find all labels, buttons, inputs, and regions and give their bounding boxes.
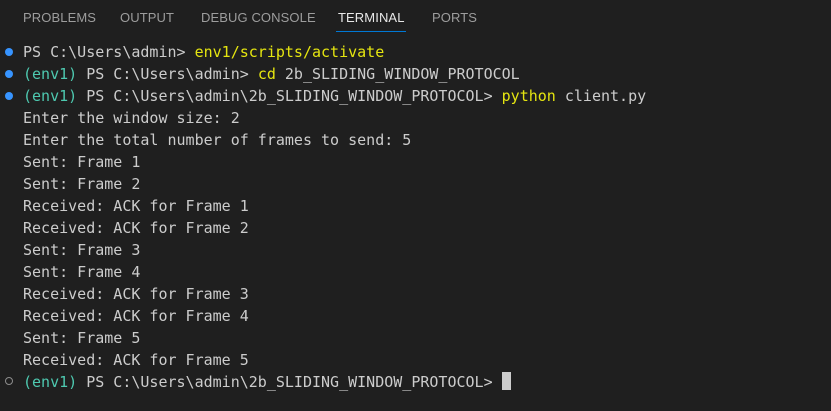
prompt-text: PS C:\Users\admin\2b_SLIDING_WINDOW_PROT… (86, 373, 502, 391)
text-cursor (501, 372, 511, 390)
output-line: Received: ACK for Frame 4 (23, 307, 249, 325)
venv-label: (env1) (23, 373, 87, 391)
output-line: Sent: Frame 4 (23, 263, 141, 281)
command-line[interactable]: (env1) PS C:\Users\admin\2b_SLIDING_WIND… (23, 371, 511, 393)
prompt-text: PS C:\Users\admin\2b_SLIDING_WINDOW_PROT… (86, 87, 502, 105)
command-pending-icon[interactable] (5, 377, 13, 385)
command-success-icon[interactable] (5, 48, 13, 56)
output-line: Received: ACK for Frame 5 (23, 351, 249, 369)
prompt-text: PS C:\Users\admin> (23, 43, 195, 61)
terminal-content[interactable]: PS C:\Users\admin> env1/scripts/activate… (0, 40, 831, 411)
command-text: env1/scripts/activate (194, 43, 385, 61)
command-line: (env1) PS C:\Users\admin> cd 2b_SLIDING_… (23, 63, 520, 85)
command-text: cd (257, 65, 276, 83)
command-success-icon[interactable] (5, 70, 13, 78)
output-line: Enter the window size: 2 (23, 109, 240, 127)
command-text: python (501, 87, 556, 105)
venv-label: (env1) (23, 87, 87, 105)
command-args: client.py (555, 87, 647, 105)
command-args: 2b_SLIDING_WINDOW_PROTOCOL (275, 65, 520, 83)
output-line: Received: ACK for Frame 2 (23, 219, 249, 237)
output-line: Enter the total number of frames to send… (23, 131, 412, 149)
panel-tab-bar: PROBLEMS OUTPUT DEBUG CONSOLE TERMINAL P… (0, 0, 831, 34)
output-line: Received: ACK for Frame 1 (23, 197, 249, 215)
output-line: Sent: Frame 5 (23, 329, 141, 347)
tab-output[interactable]: OUTPUT (120, 10, 174, 25)
command-line: PS C:\Users\admin> env1/scripts/activate (23, 41, 384, 63)
output-line: Sent: Frame 3 (23, 241, 141, 259)
tab-ports[interactable]: PORTS (432, 10, 477, 25)
tab-problems[interactable]: PROBLEMS (23, 10, 96, 25)
output-line: Received: ACK for Frame 3 (23, 285, 249, 303)
prompt-text: PS C:\Users\admin> (86, 65, 258, 83)
command-success-icon[interactable] (5, 92, 13, 100)
command-line: (env1) PS C:\Users\admin\2b_SLIDING_WIND… (23, 85, 646, 107)
active-tab-indicator (336, 31, 406, 32)
output-line: Sent: Frame 2 (23, 175, 141, 193)
output-line: Sent: Frame 1 (23, 153, 141, 171)
terminal-panel: PROBLEMS OUTPUT DEBUG CONSOLE TERMINAL P… (0, 0, 831, 411)
tab-debug-console[interactable]: DEBUG CONSOLE (201, 10, 316, 25)
venv-label: (env1) (23, 65, 87, 83)
tab-terminal[interactable]: TERMINAL (338, 10, 405, 25)
